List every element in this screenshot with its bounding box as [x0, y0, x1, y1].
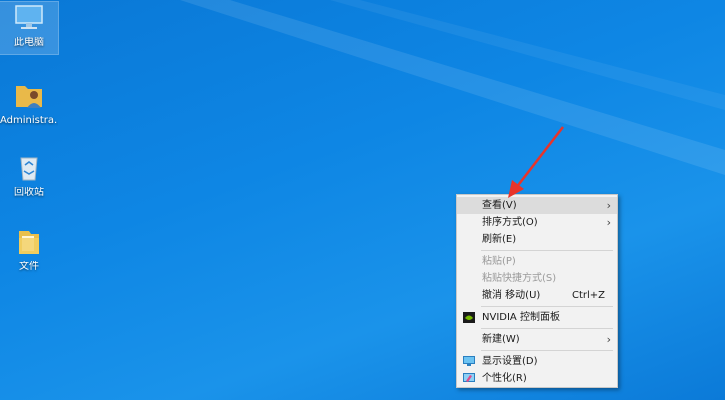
menu-item-label: 显示设置(D): [482, 356, 538, 367]
menu-separator: [481, 350, 613, 351]
menu-item-undo-move[interactable]: 撤消 移动(U) Ctrl+Z: [457, 287, 617, 304]
menu-item-refresh[interactable]: 刷新(E): [457, 231, 617, 248]
menu-item-label: 刷新(E): [482, 234, 517, 245]
folder-icon: [19, 231, 39, 254]
menu-item-paste[interactable]: 粘贴(P): [457, 253, 617, 270]
desktop-icon-administrator[interactable]: Administra...: [0, 80, 58, 127]
computer-icon: [15, 5, 43, 29]
desktop-icon-label: 回收站: [14, 187, 44, 198]
chevron-right-icon: ›: [606, 199, 611, 212]
nvidia-icon: [463, 312, 475, 323]
menu-item-nvidia-control-panel[interactable]: NVIDIA 控制面板: [457, 309, 617, 326]
menu-item-label: 新建(W): [482, 334, 520, 345]
menu-item-shortcut: Ctrl+Z: [571, 290, 605, 301]
menu-separator: [481, 328, 613, 329]
desktop-icon-label: 此电脑: [14, 37, 44, 48]
desktop-icon-label: Administra...: [0, 115, 58, 126]
menu-item-label: 个性化(R): [482, 373, 527, 384]
display-settings-icon: [463, 356, 475, 366]
desktop-icon-label: 文件: [19, 261, 39, 272]
menu-item-label: 撤消 移动(U): [482, 290, 541, 301]
desktop-icon-files[interactable]: 文件: [0, 226, 58, 273]
menu-item-sort-by[interactable]: 排序方式(O) ›: [457, 214, 617, 231]
menu-item-label: NVIDIA 控制面板: [482, 312, 560, 323]
desktop-context-menu: 查看(V) › 排序方式(O) › 刷新(E) 粘贴(P) 粘贴快捷方式(S) …: [456, 194, 618, 388]
recycle-bin-icon: [20, 157, 38, 181]
desktop-icon-recycle-bin[interactable]: 回收站: [0, 152, 58, 199]
menu-item-new[interactable]: 新建(W) ›: [457, 331, 617, 348]
menu-separator: [481, 250, 613, 251]
chevron-right-icon: ›: [606, 333, 611, 346]
menu-item-personalize[interactable]: 个性化(R): [457, 370, 617, 387]
menu-item-label: 排序方式(O): [482, 217, 538, 228]
menu-item-label: 查看(V): [482, 200, 517, 211]
menu-item-display-settings[interactable]: 显示设置(D): [457, 353, 617, 370]
menu-item-label: 粘贴快捷方式(S): [482, 273, 557, 284]
menu-item-view[interactable]: 查看(V) ›: [457, 197, 617, 214]
chevron-right-icon: ›: [606, 216, 611, 229]
desktop-icon-this-pc[interactable]: 此电脑: [0, 1, 59, 55]
menu-item-label: 粘贴(P): [482, 256, 516, 267]
personalize-icon: [463, 373, 475, 382]
user-folder-icon: [16, 86, 42, 108]
menu-separator: [481, 306, 613, 307]
menu-item-paste-shortcut[interactable]: 粘贴快捷方式(S): [457, 270, 617, 287]
